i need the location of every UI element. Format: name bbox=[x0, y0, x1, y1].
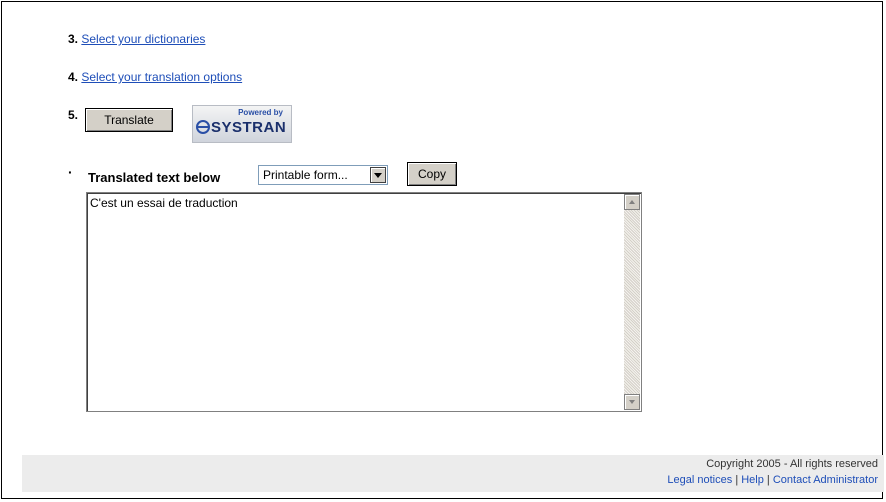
scroll-down-icon[interactable] bbox=[624, 394, 640, 410]
translated-text-area[interactable]: C'est un essai de traduction bbox=[86, 192, 642, 412]
systran-brand-text: SYSTRAN bbox=[211, 119, 287, 136]
dropdown-arrow-icon[interactable] bbox=[370, 167, 386, 183]
scroll-up-icon[interactable] bbox=[624, 194, 640, 210]
copy-button[interactable]: Copy bbox=[407, 162, 457, 186]
step-5: 5. bbox=[68, 108, 78, 122]
systran-swirl-icon bbox=[196, 120, 210, 134]
select-translation-options-link[interactable]: Select your translation options bbox=[81, 70, 242, 84]
bullet: · bbox=[68, 164, 73, 180]
translate-button[interactable]: Translate bbox=[85, 108, 173, 132]
page-frame: 3. Select your dictionaries 4. Select yo… bbox=[1, 1, 883, 499]
step-5-number: 5. bbox=[68, 108, 79, 122]
output-format-value: Printable form... bbox=[263, 168, 348, 182]
output-format-select[interactable]: Printable form... bbox=[258, 165, 388, 185]
systran-logo: Powered by SYSTRAN bbox=[192, 105, 292, 143]
step-3-number: 3. bbox=[68, 32, 79, 46]
footer-links: Legal notices | Help | Contact Administr… bbox=[667, 474, 878, 486]
contact-administrator-link[interactable]: Contact Administrator bbox=[773, 474, 878, 486]
translated-text: C'est un essai de traduction bbox=[90, 196, 238, 210]
footer-separator: | bbox=[735, 474, 739, 486]
legal-notices-link[interactable]: Legal notices bbox=[667, 474, 732, 486]
powered-by-text: Powered by bbox=[238, 108, 283, 117]
step-4-number: 4. bbox=[68, 70, 79, 84]
vertical-scrollbar[interactable] bbox=[624, 194, 640, 410]
select-dictionaries-link[interactable]: Select your dictionaries bbox=[81, 32, 205, 46]
step-4: 4. Select your translation options bbox=[68, 70, 242, 84]
help-link[interactable]: Help bbox=[741, 474, 764, 486]
step-3: 3. Select your dictionaries bbox=[68, 32, 205, 46]
footer: Copyright 2005 - All rights reserved Leg… bbox=[22, 455, 884, 492]
copyright-text: Copyright 2005 - All rights reserved bbox=[706, 458, 878, 470]
footer-separator: | bbox=[766, 474, 770, 486]
translated-text-label: Translated text below bbox=[88, 170, 221, 185]
